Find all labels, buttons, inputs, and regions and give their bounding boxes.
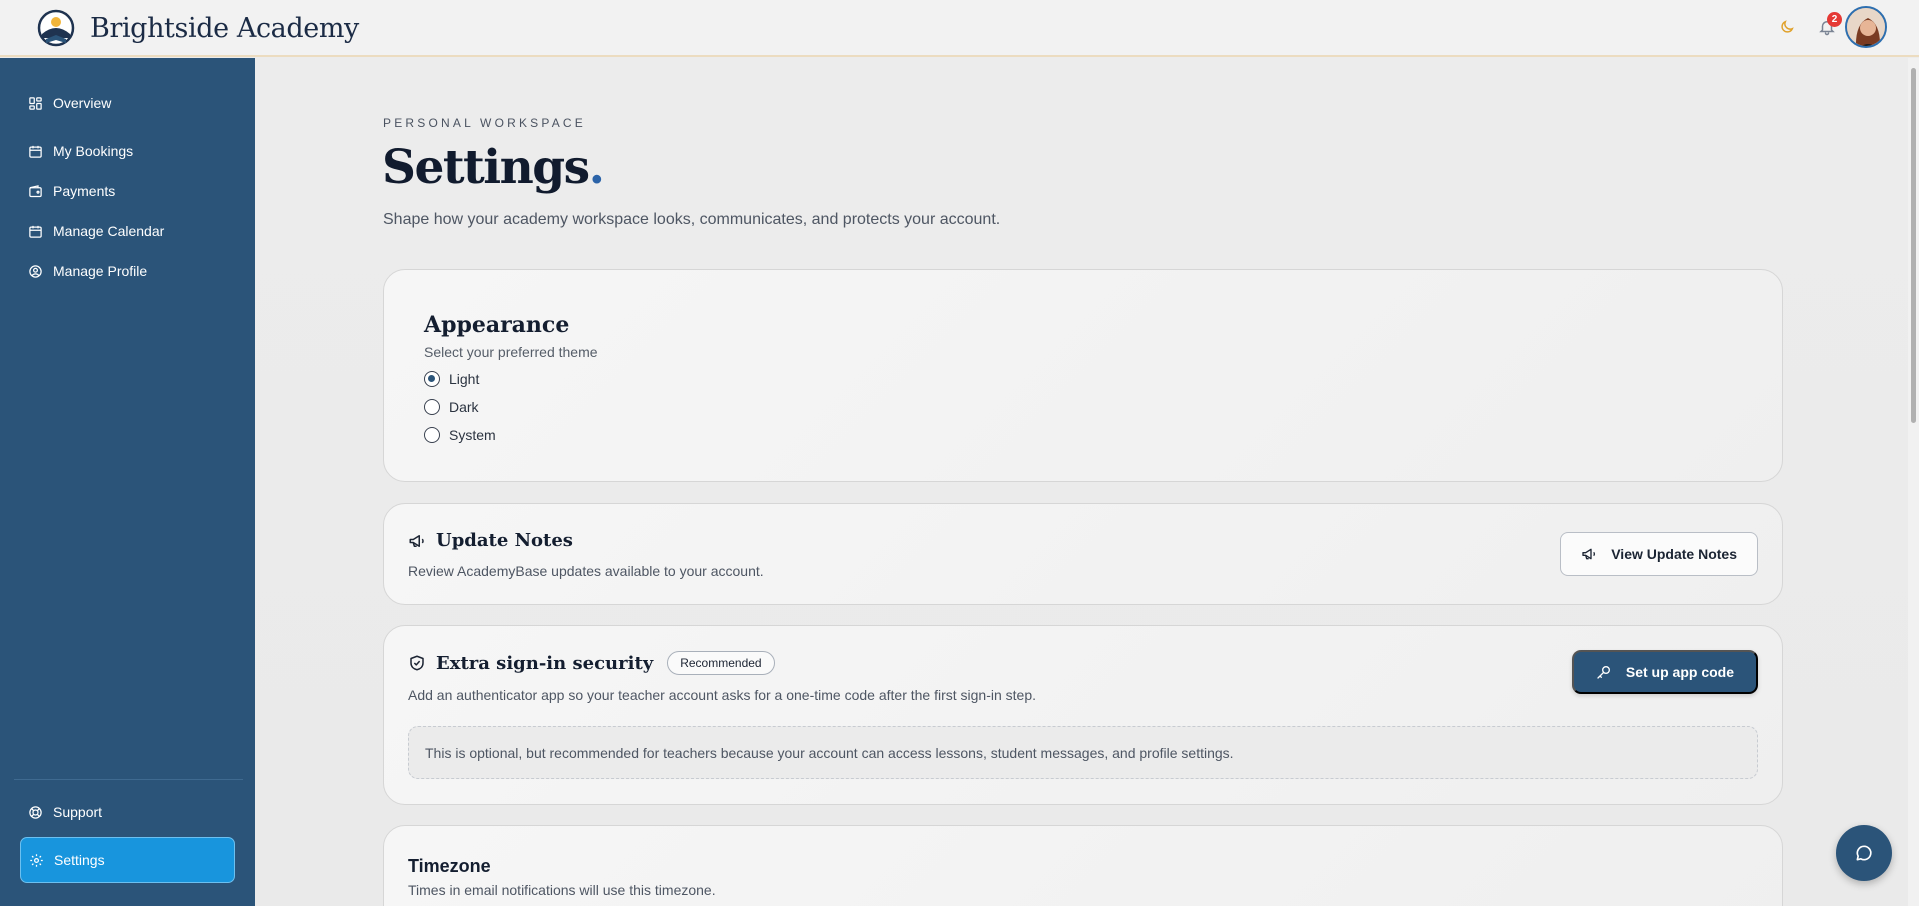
set-up-app-code-button[interactable]: Set up app code <box>1571 650 1758 694</box>
megaphone-icon <box>1582 548 1596 560</box>
timezone-title: Timezone <box>408 856 491 876</box>
security-note: This is optional, but recommended for te… <box>408 726 1758 779</box>
theme-option-label: Light <box>449 371 480 387</box>
sidebar-item-label: Manage Calendar <box>53 223 165 239</box>
theme-option-label: Dark <box>449 399 479 415</box>
sidebar-item-label: My Bookings <box>53 143 134 159</box>
top-bar: Brightside Academy 2 <box>0 0 1919 57</box>
radio-dark[interactable] <box>424 399 440 415</box>
gear-icon <box>30 853 43 867</box>
view-update-notes-button[interactable]: View Update Notes <box>1560 532 1758 576</box>
wallet-icon <box>29 184 42 197</box>
brand[interactable]: Brightside Academy <box>36 6 359 50</box>
sidebar-item-payments[interactable]: Payments <box>20 174 235 208</box>
appearance-hint: Select your preferred theme <box>424 344 598 360</box>
page-title-text: Settings <box>382 140 590 195</box>
sidebar-item-manage-calendar[interactable]: Manage Calendar <box>20 214 235 248</box>
page-eyebrow: PERSONAL WORKSPACE <box>383 116 586 130</box>
radio-light[interactable] <box>424 371 440 387</box>
avatar[interactable] <box>1845 6 1887 48</box>
sidebar-item-settings[interactable]: Settings <box>20 837 235 883</box>
grid-icon <box>29 96 42 110</box>
notification-count-badge: 2 <box>1827 12 1842 27</box>
calendar-icon <box>29 145 42 158</box>
security-card: Extra sign-in security Recommended Add a… <box>383 625 1783 805</box>
security-note-text: This is optional, but recommended for te… <box>425 744 1234 761</box>
theme-option-dark[interactable]: Dark <box>424 399 479 415</box>
sidebar-item-label: Manage Profile <box>53 263 148 279</box>
view-update-notes-label: View Update Notes <box>1611 546 1737 562</box>
security-description: Add an authenticator app so your teacher… <box>408 687 1037 703</box>
main-content: PERSONAL WORKSPACE Settings. Shape how y… <box>255 58 1919 906</box>
update-notes-card: Update Notes Review AcademyBase updates … <box>383 503 1783 605</box>
notifications-button[interactable]: 2 <box>1815 12 1842 39</box>
security-title: Extra sign-in security <box>436 652 654 674</box>
scrollbar-thumb[interactable] <box>1911 68 1916 423</box>
recommended-badge: Recommended <box>667 651 775 675</box>
theme-option-system[interactable]: System <box>424 427 496 443</box>
sidebar-item-my-bookings[interactable]: My Bookings <box>20 134 235 168</box>
theme-option-light[interactable]: Light <box>424 371 479 387</box>
timezone-description: Times in email notifications will use th… <box>408 882 716 898</box>
theme-toggle-button[interactable] <box>1776 16 1798 38</box>
appearance-card: Appearance Select your preferred theme L… <box>383 269 1783 482</box>
page-scrollbar[interactable] <box>1908 58 1919 906</box>
appearance-title: Appearance <box>424 312 570 338</box>
update-notes-heading: Update Notes <box>408 530 573 551</box>
academy-logo-icon <box>37 9 75 47</box>
sidebar-divider <box>14 779 243 780</box>
sidebar-item-label: Payments <box>53 183 116 199</box>
brand-name: Brightside Academy <box>90 12 359 44</box>
update-notes-title: Update Notes <box>436 530 573 551</box>
timezone-card: Timezone Times in email notifications wi… <box>383 825 1783 906</box>
key-icon <box>1597 666 1610 679</box>
sidebar-item-label: Overview <box>53 95 112 111</box>
lifebuoy-icon <box>29 805 42 819</box>
sidebar-item-support[interactable]: Support <box>20 795 235 829</box>
chat-button[interactable] <box>1836 825 1892 881</box>
sidebar: Overview My Bookings Payments Manage Cal… <box>0 58 255 906</box>
update-notes-description: Review AcademyBase updates available to … <box>408 563 764 579</box>
set-up-app-code-label: Set up app code <box>1625 664 1734 680</box>
user-circle-icon <box>29 264 42 278</box>
chat-bubble-icon <box>1856 845 1872 861</box>
megaphone-icon <box>409 534 424 547</box>
theme-option-label: System <box>449 427 496 443</box>
calendar-icon <box>29 225 42 238</box>
sidebar-item-label: Support <box>53 804 103 820</box>
radio-system[interactable] <box>424 427 440 443</box>
shield-check-icon <box>410 655 424 671</box>
page-subtitle: Shape how your academy workspace looks, … <box>383 211 1001 228</box>
avatar-image <box>1847 8 1885 46</box>
page-title: Settings. <box>382 140 605 195</box>
moon-icon <box>1781 20 1794 33</box>
sidebar-item-manage-profile[interactable]: Manage Profile <box>20 254 235 288</box>
security-heading: Extra sign-in security Recommended <box>408 651 775 675</box>
sidebar-item-label: Settings <box>54 852 105 868</box>
page-title-dot: . <box>588 140 605 195</box>
sidebar-item-overview[interactable]: Overview <box>20 86 235 120</box>
